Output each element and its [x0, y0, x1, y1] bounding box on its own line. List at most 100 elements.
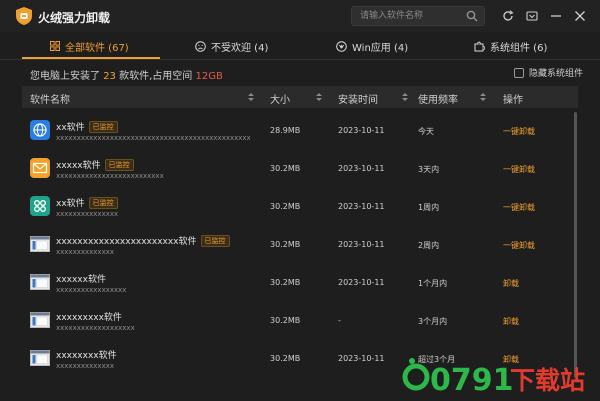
table-row[interactable]: xx软件 已监控 xxxxxxxxxxxxxxx 30.2MB 2023-10-… — [22, 190, 570, 228]
monitored-badge: 已监控 — [200, 234, 230, 247]
window-app-icon — [30, 350, 50, 366]
mail-icon — [30, 158, 50, 178]
monitored-badge: 已监控 — [104, 158, 134, 171]
software-size: 28.9MB — [270, 126, 301, 135]
search-box[interactable] — [351, 6, 485, 26]
scrollbar[interactable] — [574, 112, 577, 378]
software-publisher: xxxxxxxxxxxxxx — [56, 248, 114, 256]
window-app-icon — [30, 236, 50, 252]
tab-win-apps[interactable]: Win应用 (4) — [336, 32, 408, 60]
table-row[interactable]: xxxxx软件 已监控 xxxxxxxxxxxxxxxxxxxxxxxxxx 3… — [22, 152, 570, 190]
software-name: xxxxx软件 已监控 — [56, 158, 134, 171]
column-usage-frequency[interactable]: 使用频率 — [418, 91, 458, 106]
column-install-date[interactable]: 安装时间 — [338, 91, 378, 106]
menu-button[interactable] — [523, 7, 541, 25]
globe-icon — [30, 120, 50, 140]
table-row[interactable]: xx软件 已监控 xxxxxxxxxxxxxxxxxxxxxxxxxxxxxxx… — [22, 114, 570, 152]
active-tab-indicator — [22, 57, 160, 59]
software-name-text: xx软件 — [56, 123, 85, 133]
close-button[interactable] — [571, 7, 589, 25]
refresh-icon — [503, 10, 514, 21]
software-name: xx软件 已监控 — [56, 120, 118, 133]
sort-icon[interactable] — [316, 92, 322, 102]
tab-unpopular[interactable]: 不受欢迎 (4) — [195, 32, 268, 60]
software-name: xxxxxxxxxxxxxxxxxxxxxxx软件 已监控 — [56, 234, 230, 247]
software-size: 30.2MB — [270, 164, 301, 173]
table-row[interactable]: xxxxxx软件 xxxxxxxxxxxxxxxxx 30.2MB 2023-1… — [22, 266, 570, 304]
tab-label: 不受欢迎 (4) — [211, 42, 269, 54]
uninstall-button[interactable]: 一键卸载 — [503, 202, 535, 213]
sort-icon[interactable] — [248, 92, 254, 102]
app-title: 火绒强力卸载 — [38, 11, 111, 25]
software-publisher: xxxxxxxxxxxxxxxxx — [56, 286, 127, 294]
usage-frequency: 2周内 — [418, 241, 440, 250]
uninstall-button[interactable]: 一键卸载 — [503, 240, 535, 251]
tab-label: 系统组件 (6) — [490, 42, 548, 54]
table-header: 软件名称 大小 安装时间 使用频率 操作 — [22, 86, 578, 108]
usage-frequency: 1个月内 — [418, 279, 448, 288]
software-size: 30.2MB — [270, 316, 301, 325]
software-name-text: xxxxx软件 — [56, 161, 101, 171]
install-date: 2023-10-11 — [338, 278, 385, 287]
table-row[interactable]: xxxxxxxxx软件 xxxxxxxxxxxxxxxxxxx 30.2MB -… — [22, 304, 570, 342]
windows-icon — [336, 40, 347, 52]
software-publisher: xxxxxxxxxxxxxxxxxxxxxxxxxxxxxxxxxxxxxxxx… — [56, 134, 251, 142]
command-icon — [30, 196, 50, 216]
hide-system-checkbox[interactable] — [514, 67, 524, 78]
software-name: xx软件 已监控 — [56, 196, 118, 209]
software-size: 30.2MB — [270, 354, 301, 363]
column-size[interactable]: 大小 — [270, 91, 290, 106]
summary-middle: 款软件,占用空间 — [119, 71, 193, 82]
column-name[interactable]: 软件名称 — [30, 91, 70, 106]
hide-system-label: 隐藏系统组件 — [529, 69, 584, 79]
window-app-icon — [30, 312, 50, 328]
software-name: xxxxxxxx软件 — [56, 348, 117, 361]
software-publisher: xxxxxxxxxxxxxxxxxxxxxxxxxx — [56, 172, 164, 180]
tab-all-software[interactable]: 全部软件 (67) — [50, 32, 129, 60]
site-watermark: 0791 下载站 — [402, 358, 585, 397]
refresh-button[interactable] — [499, 7, 517, 25]
table-row[interactable]: xxxxxxxxxxxxxxxxxxxxxxx软件 已监控 xxxxxxxxxx… — [22, 228, 570, 266]
frown-icon — [195, 40, 206, 52]
uninstall-button[interactable]: 卸载 — [503, 278, 519, 289]
sort-icon[interactable] — [402, 92, 408, 102]
software-name-text: xxxxxxxxx软件 — [56, 313, 122, 323]
usage-frequency: 3个月内 — [418, 317, 448, 326]
usage-frequency: 3天内 — [418, 165, 440, 174]
monitored-badge: 已监控 — [88, 196, 118, 209]
hide-system-toggle[interactable]: 隐藏系统组件 — [514, 66, 583, 79]
uninstall-button[interactable]: 一键卸载 — [503, 164, 535, 175]
menu-dropdown-icon — [526, 11, 538, 21]
software-name: xxxxxx软件 — [56, 272, 106, 285]
search-input[interactable] — [360, 7, 460, 25]
install-date: 2023-10-11 — [338, 202, 385, 211]
search-icon[interactable] — [466, 10, 478, 22]
column-action: 操作 — [503, 95, 523, 106]
software-name-text: xxxxxxxx软件 — [56, 351, 117, 361]
grid-icon — [50, 41, 60, 51]
close-icon — [575, 11, 585, 21]
software-name: xxxxxxxxx软件 — [56, 310, 122, 323]
usage-frequency: 今天 — [418, 127, 434, 136]
minimize-button[interactable] — [547, 7, 565, 25]
software-size: 30.2MB — [270, 278, 301, 287]
sort-icon[interactable] — [480, 92, 486, 102]
tab-system-components[interactable]: 系统组件 (6) — [474, 32, 547, 60]
install-date: 2023-10-11 — [338, 240, 385, 249]
software-publisher: xxxxxxxxxxxxxx — [56, 362, 114, 370]
shield-logo-icon — [16, 7, 32, 25]
uninstall-button[interactable]: 卸载 — [503, 316, 519, 327]
software-name-text: xx软件 — [56, 199, 85, 209]
software-publisher: xxxxxxxxxxxxxxx — [56, 210, 119, 218]
install-date: 2023-10-11 — [338, 164, 385, 173]
watermark-text: 下载站 — [510, 366, 585, 395]
minimize-icon — [551, 15, 561, 17]
puzzle-icon — [474, 41, 485, 51]
usage-frequency: 1周内 — [418, 203, 440, 212]
uninstall-button[interactable]: 一键卸载 — [503, 126, 535, 137]
watermark-digits: 0791 — [430, 363, 514, 397]
tab-label: Win应用 (4) — [352, 42, 409, 54]
disk-space: 12GB — [195, 71, 223, 82]
install-date: 2023-10-11 — [338, 126, 385, 135]
software-count: 23 — [103, 71, 116, 82]
